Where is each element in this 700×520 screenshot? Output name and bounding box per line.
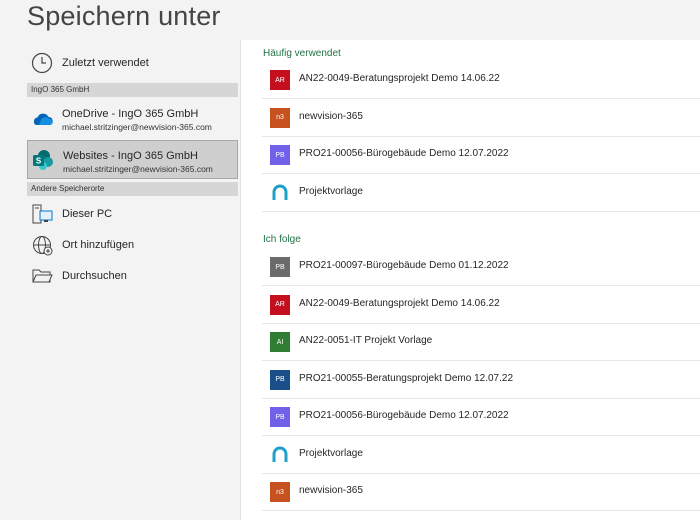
nav-add-place-label: Ort hinzufügen bbox=[62, 239, 135, 251]
site-row[interactable]: PB PRO21-00097-Bürogebäude Demo 01.12.202… bbox=[262, 249, 700, 286]
site-badge-icon: n3 bbox=[270, 107, 290, 128]
nav-this-pc-label: Dieser PC bbox=[62, 208, 113, 220]
site-row[interactable]: n3 newvision-365 bbox=[262, 474, 700, 511]
onedrive-cloud-icon bbox=[30, 107, 54, 131]
section-header-org: IngO 365 GmbH bbox=[27, 83, 238, 97]
site-name: newvision-365 bbox=[299, 110, 363, 122]
site-name: PRO21-00055-Beratungsprojekt Demo 12.07.… bbox=[299, 372, 514, 384]
site-row[interactable]: Projektvorlage bbox=[262, 437, 700, 474]
section-header-other: Andere Speicherorte bbox=[27, 182, 238, 196]
nav-recent[interactable]: Zuletzt verwendet bbox=[0, 50, 240, 76]
group-header-frequent: Häufig verwendet bbox=[263, 48, 341, 59]
sites-pane: Häufig verwendet AR AN22-0049-Beratungspr… bbox=[241, 40, 700, 520]
nav-onedrive[interactable]: OneDrive - IngO 365 GmbH michael.stritzi… bbox=[0, 100, 240, 138]
nav-recent-label: Zuletzt verwendet bbox=[62, 57, 149, 69]
page-title: Speichern unter bbox=[27, 1, 221, 31]
site-name: Projektvorlage bbox=[299, 447, 363, 459]
site-row[interactable]: PB PRO21-00055-Beratungsprojekt Demo 12.0… bbox=[262, 362, 700, 399]
site-row[interactable]: PB PRO21-00056-Bürogebäude Demo 12.07.202… bbox=[262, 399, 700, 436]
site-badge-icon: n3 bbox=[270, 482, 290, 502]
nav-websites[interactable]: S Websites - IngO 365 GmbH michael.strit… bbox=[27, 140, 238, 179]
svg-text:S: S bbox=[36, 157, 42, 166]
site-badge-icon: AR bbox=[270, 70, 290, 90]
site-badge-icon: PB bbox=[270, 369, 290, 390]
nav-onedrive-email: michael.stritzinger@newvision-365.com bbox=[62, 122, 212, 132]
site-badge-icon: PB bbox=[270, 145, 290, 165]
projektvorlage-logo-icon bbox=[270, 444, 290, 465]
site-name: AN22-0049-Beratungsprojekt Demo 14.06.22 bbox=[299, 297, 500, 309]
nav-onedrive-label: OneDrive - IngO 365 GmbH bbox=[62, 108, 199, 120]
site-name: AN22-0051-IT Projekt Vorlage bbox=[299, 335, 433, 346]
site-row[interactable]: n3 newvision-365 bbox=[262, 100, 700, 137]
site-name: Projektvorlage bbox=[299, 185, 363, 197]
nav-browse[interactable]: Durchsuchen bbox=[0, 262, 240, 290]
site-row[interactable]: PB PRO21-00056-Bürogebäude Demo 12.07.202… bbox=[262, 137, 700, 174]
nav-add-place[interactable]: Ort hinzufügen bbox=[0, 231, 240, 259]
site-row[interactable]: Projektvorlage bbox=[262, 175, 700, 212]
site-row[interactable]: AI AN22-0051-IT Projekt Vorlage bbox=[262, 324, 700, 361]
globe-add-icon bbox=[30, 233, 54, 257]
site-badge-icon: AI bbox=[270, 332, 290, 352]
site-row[interactable]: AR AN22-0049-Beratungsprojekt Demo 14.06.… bbox=[262, 62, 700, 99]
site-badge-icon: PB bbox=[270, 257, 290, 277]
group-header-following: Ich folge bbox=[263, 234, 301, 245]
site-badge-icon: PB bbox=[270, 407, 290, 427]
sharepoint-icon: S bbox=[31, 148, 55, 172]
nav-websites-email: michael.stritzinger@newvision-365.com bbox=[63, 164, 213, 174]
site-name: AN22-0049-Beratungsprojekt Demo 14.06.22 bbox=[299, 73, 500, 84]
site-name: newvision-365 bbox=[299, 485, 363, 496]
site-name: PRO21-00056-Bürogebäude Demo 12.07.2022 bbox=[299, 148, 509, 159]
folder-icon bbox=[30, 264, 54, 288]
clock-icon bbox=[30, 51, 54, 75]
nav-browse-label: Durchsuchen bbox=[62, 270, 127, 282]
projektvorlage-logo-icon bbox=[270, 182, 290, 203]
site-name: PRO21-00056-Bürogebäude Demo 12.07.2022 bbox=[299, 410, 509, 421]
locations-pane: Zuletzt verwendet IngO 365 GmbH OneDrive… bbox=[0, 40, 240, 520]
nav-this-pc[interactable]: Dieser PC bbox=[0, 200, 240, 228]
nav-websites-label: Websites - IngO 365 GmbH bbox=[63, 150, 198, 162]
site-name: PRO21-00097-Bürogebäude Demo 01.12.2022 bbox=[299, 260, 509, 271]
computer-icon bbox=[30, 202, 54, 226]
site-badge-icon: AR bbox=[270, 294, 290, 315]
site-row[interactable]: AR AN22-0049-Beratungsprojekt Demo 14.06.… bbox=[262, 287, 700, 324]
